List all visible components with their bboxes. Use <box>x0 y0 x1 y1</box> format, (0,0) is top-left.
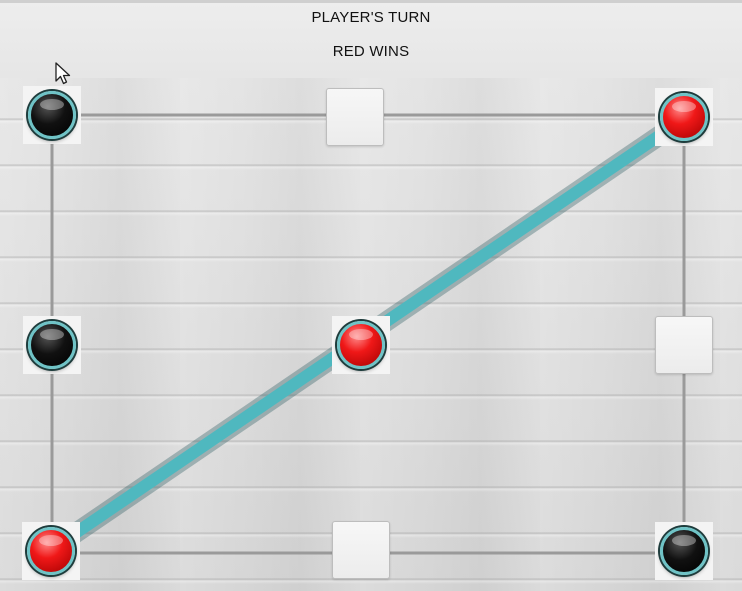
cell-middle-left <box>23 316 81 374</box>
red-piece <box>337 321 385 369</box>
black-piece <box>28 91 76 139</box>
cell-top-right <box>655 88 713 146</box>
cell-bottom-right <box>655 522 713 580</box>
status-bar: PLAYER'S TURN RED WINS <box>0 0 742 78</box>
mouse-cursor-icon <box>55 62 71 85</box>
cell-middle-right[interactable] <box>655 316 713 374</box>
cell-center <box>332 316 390 374</box>
black-piece <box>28 321 76 369</box>
cell-top-middle[interactable] <box>326 88 384 146</box>
cell-bottom-middle[interactable] <box>332 521 390 579</box>
turn-label: PLAYER'S TURN <box>311 9 431 26</box>
cell-bottom-left <box>22 522 80 580</box>
game-board <box>0 78 742 591</box>
black-piece <box>660 527 708 575</box>
game-result-label: RED WINS <box>332 43 410 60</box>
cell-top-left <box>23 86 81 144</box>
red-piece <box>660 93 708 141</box>
red-piece <box>27 527 75 575</box>
